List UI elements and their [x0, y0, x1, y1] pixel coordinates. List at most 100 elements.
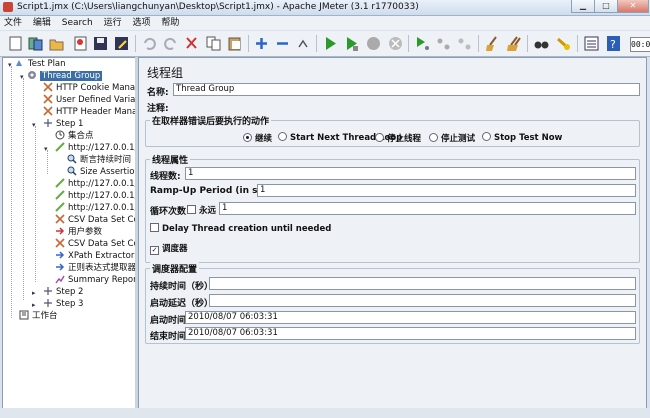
- expand-toggle[interactable]: ▾: [44, 146, 50, 153]
- close-icon[interactable]: [72, 35, 89, 52]
- duration-label: 持续时间（秒）: [150, 282, 214, 292]
- remote-start-icon[interactable]: [414, 35, 431, 52]
- scheduler-checkbox[interactable]: ✓ 调度器: [150, 242, 188, 255]
- new-icon[interactable]: [7, 35, 24, 52]
- startup-delay-field[interactable]: [209, 294, 636, 307]
- expand-toggle[interactable]: ▾: [20, 74, 26, 81]
- tree-node-user-defined-variables[interactable]: User Defined Variables: [43, 94, 135, 106]
- wrench-icon: [55, 214, 65, 224]
- menu-file[interactable]: 文件: [0, 16, 26, 30]
- expand-toggle[interactable]: ▾: [8, 62, 14, 69]
- expand-toggle[interactable]: ▾: [32, 122, 38, 129]
- thread-properties-title: 线程属性: [150, 153, 191, 166]
- copy-icon[interactable]: [205, 35, 222, 52]
- save-icon[interactable]: [92, 35, 109, 52]
- duration-field[interactable]: [209, 277, 636, 290]
- tree-node-header-manager[interactable]: HTTP Header Manager: [43, 106, 135, 118]
- name-field[interactable]: Thread Group: [173, 83, 640, 96]
- tree-node-duration-assertion[interactable]: 断言持续时间: [67, 154, 131, 166]
- redo-icon[interactable]: [162, 35, 179, 52]
- clear-all-icon[interactable]: [505, 35, 522, 52]
- tree-node-rendezvous[interactable]: 集合点: [55, 130, 94, 142]
- menu-help[interactable]: 帮助: [157, 16, 183, 30]
- tree-node-xpath-extractor[interactable]: XPath Extractor: [55, 250, 134, 262]
- paste-icon[interactable]: [226, 35, 243, 52]
- minimize-button[interactable]: ▁: [571, 0, 595, 13]
- tree-node-step-2[interactable]: Step 2: [43, 286, 83, 298]
- arrow-icon: [55, 226, 65, 236]
- tree-node-http-request[interactable]: http://127.0.0.1/jforum: [55, 178, 135, 190]
- toggle-icon[interactable]: [295, 35, 312, 52]
- tree-node-cookie-manager[interactable]: HTTP Cookie Manager: [43, 82, 135, 94]
- controller-icon: [43, 298, 53, 308]
- help-icon[interactable]: ?: [605, 35, 622, 52]
- tree-node-size-assertion[interactable]: Size Assertion: [67, 166, 135, 178]
- save-as-icon[interactable]: [113, 35, 130, 52]
- svg-text:?: ?: [610, 38, 616, 51]
- tree-node-step-1[interactable]: Step 1: [43, 118, 83, 130]
- title-bar: Script1.jmx (C:\Users\liangchunyan\Deskt…: [0, 0, 650, 16]
- threads-field[interactable]: 1: [185, 167, 636, 180]
- function-helper-icon[interactable]: [583, 35, 600, 52]
- menu-options[interactable]: 选项: [128, 16, 154, 30]
- wrench-icon: [43, 94, 53, 104]
- expand-toggle[interactable]: ▸: [32, 302, 38, 309]
- sampler-icon: [55, 202, 65, 212]
- maximize-button[interactable]: □: [594, 0, 618, 13]
- delay-thread-checkbox[interactable]: Delay Thread creation until needed: [150, 223, 331, 234]
- test-plan-tree[interactable]: ▾ Test Plan ▾ Thread Group HTTP Cookie M…: [2, 57, 136, 409]
- reset-search-icon[interactable]: [555, 35, 572, 52]
- elapsed-time-display: 00:00: [630, 37, 650, 52]
- start-time-field[interactable]: 2010/08/07 06:03:31: [185, 311, 636, 324]
- report-icon: [55, 274, 65, 284]
- loop-count-field[interactable]: 1: [219, 202, 636, 215]
- tree-node-user-parameters[interactable]: 用户参数: [55, 226, 102, 238]
- tree-node-csv-data-set[interactable]: CSV Data Set Config: [55, 214, 135, 226]
- tree-node-summary-report[interactable]: Summary Report: [55, 274, 135, 286]
- tree-node-test-plan[interactable]: Test Plan: [15, 58, 66, 70]
- stop-test-now-radio[interactable]: Stop Test Now: [482, 132, 562, 143]
- status-bar: [0, 408, 650, 418]
- open-icon[interactable]: [48, 35, 65, 52]
- stop-test-radio[interactable]: 停止测试: [429, 132, 475, 144]
- panel-title: 线程组: [147, 66, 184, 80]
- tree-node-http-request[interactable]: http://127.0.0.1/jforum: [55, 202, 135, 214]
- remote-exit-icon[interactable]: [456, 35, 473, 52]
- comment-field[interactable]: [173, 99, 640, 112]
- remote-stop-icon[interactable]: [435, 35, 452, 52]
- wrench-icon: [43, 82, 53, 92]
- tree-node-csv-data-set[interactable]: CSV Data Set Config: [55, 238, 135, 250]
- undo-icon[interactable]: [141, 35, 158, 52]
- start-icon[interactable]: [322, 35, 339, 52]
- expand-toggle[interactable]: ▸: [32, 290, 38, 297]
- thread-group-panel: 线程组 名称: Thread Group 注释: 在取样器错误后要执行的动作 继…: [138, 57, 647, 409]
- shutdown-icon[interactable]: [387, 35, 404, 52]
- end-time-field[interactable]: 2010/08/07 06:03:31: [185, 327, 636, 340]
- collapse-all-icon[interactable]: [274, 35, 291, 52]
- jmeter-app-icon: [3, 2, 13, 12]
- comment-label: 注释:: [147, 104, 169, 114]
- tree-node-http-request[interactable]: http://127.0.0.1/jforum: [55, 190, 135, 202]
- search-icon[interactable]: [533, 35, 550, 52]
- menu-search[interactable]: Search: [58, 16, 97, 30]
- forever-checkbox[interactable]: 永远: [187, 204, 216, 216]
- tree-node-workbench[interactable]: 工作台: [19, 310, 58, 322]
- sampler-icon: [55, 178, 65, 188]
- tree-node-http-request[interactable]: http://127.0.0.1/jforum: [55, 142, 135, 154]
- rampup-field[interactable]: 1: [257, 184, 636, 197]
- expand-all-icon[interactable]: [253, 35, 270, 52]
- close-button[interactable]: ✕: [617, 0, 649, 13]
- cut-icon[interactable]: [183, 35, 200, 52]
- start-time-label: 启动时间: [150, 316, 187, 326]
- stop-thread-radio[interactable]: 停止线程: [375, 132, 421, 144]
- start-no-timers-icon[interactable]: [343, 35, 360, 52]
- continue-radio[interactable]: 继续: [243, 132, 272, 144]
- tree-node-regex-extractor[interactable]: 正则表达式提取器: [55, 262, 135, 274]
- clear-icon[interactable]: [484, 35, 501, 52]
- menu-run[interactable]: 运行: [100, 16, 126, 30]
- templates-icon[interactable]: [27, 35, 44, 52]
- tree-node-step-3[interactable]: Step 3: [43, 298, 83, 310]
- tree-node-thread-group[interactable]: Thread Group: [27, 70, 103, 82]
- stop-icon[interactable]: [365, 35, 382, 52]
- menu-edit[interactable]: 编辑: [29, 16, 55, 30]
